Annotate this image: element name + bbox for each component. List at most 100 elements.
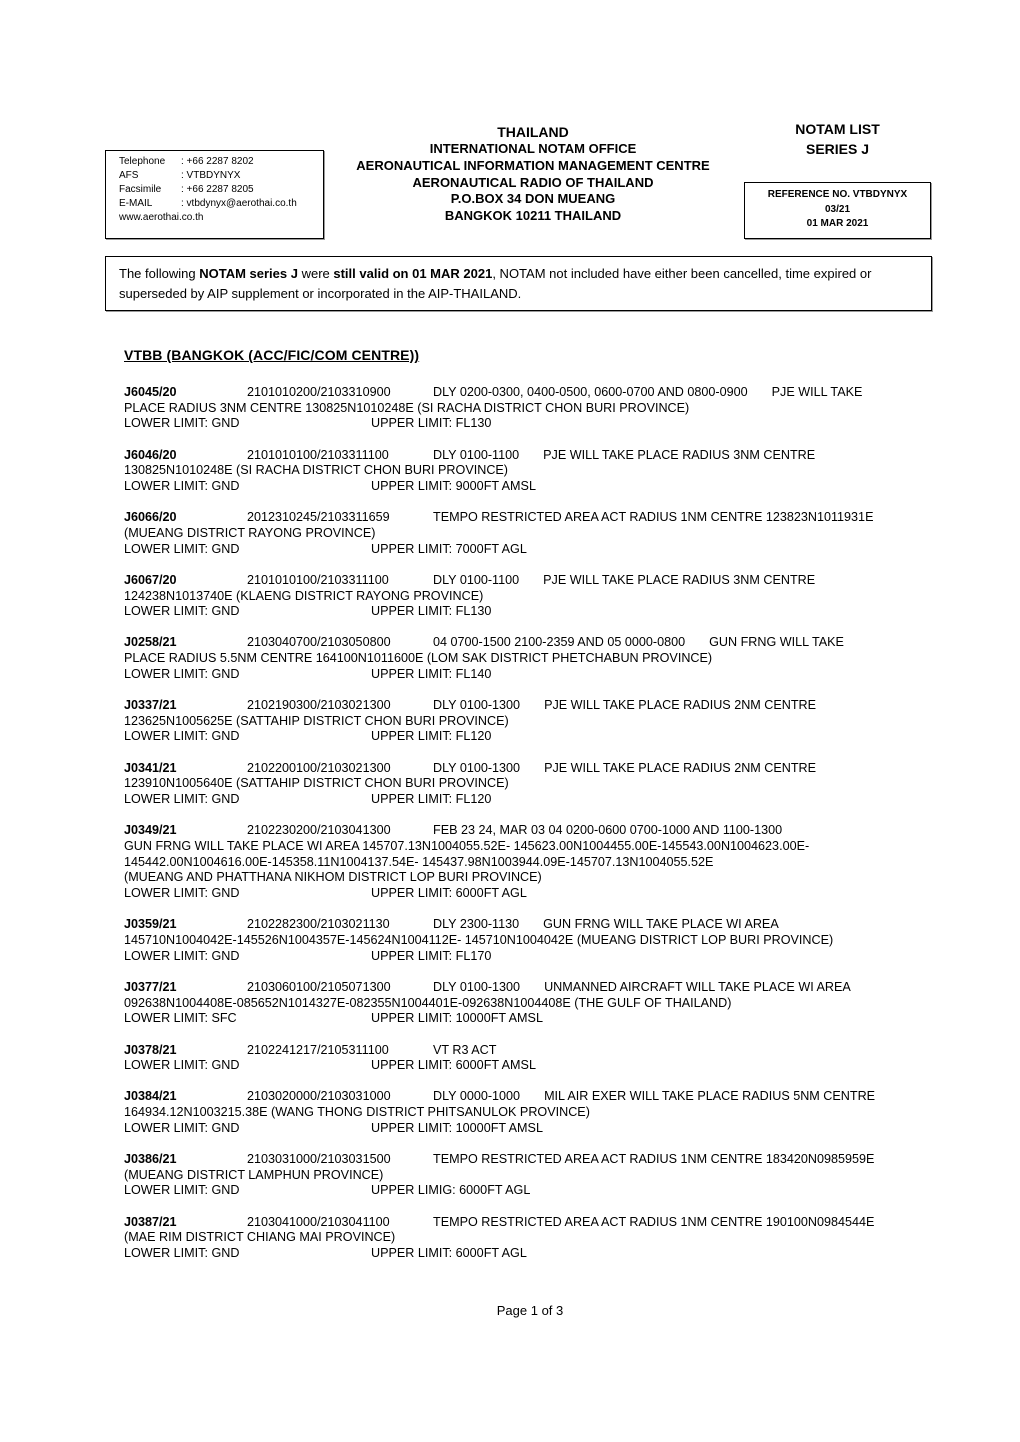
notam-schedule: TEMPO RESTRICTED AREA ACT RADIUS 1NM CEN… — [433, 510, 874, 525]
notam-id: J0387/21 — [124, 1214, 177, 1229]
notam-header-line: J0341/21 2102200100/2103021300 DLY 0100-13… — [124, 761, 924, 777]
notam-lower-limit: LOWER LIMIT: SFC — [124, 1011, 237, 1026]
org-line-aim-centre: AERONAUTICAL INFORMATION MANAGEMENT CENT… — [356, 157, 710, 173]
contact-label: Facsimile — [119, 184, 162, 195]
contact-row-afs: AFS: VTBDYNYX — [119, 169, 240, 183]
notam-lower-limit: LOWER LIMIT: GND — [124, 1183, 240, 1198]
section-heading-vtbb: VTBB (BANGKOK (ACC/FIC/COM CENTRE)) — [124, 347, 420, 363]
notam-limits: LOWER LIMIT: GND UPPER LIMIT: FL170 — [124, 949, 924, 965]
notam-validity-period: 2101010100/2103311100 — [247, 572, 389, 587]
org-line-notam-office: INTERNATIONAL NOTAM OFFICE — [429, 141, 637, 156]
notam-lower-limit: LOWER LIMIT: GND — [124, 1120, 240, 1135]
notam-header-line: J0378/21 2102241217/2105311100 VT R3 ACT — [124, 1043, 924, 1059]
notam-id: J6066/20 — [124, 510, 177, 525]
notam-lower-limit: LOWER LIMIT: GND — [124, 416, 240, 431]
notam-limits: LOWER LIMIT: SFC UPPER LIMIT: 10000FT AMS… — [124, 1011, 924, 1027]
notam-text-line: PLACE RADIUS 5.5NM CENTRE 164100N1011600… — [124, 651, 713, 666]
notam-upper-limit: UPPER LIMIT: FL120 — [371, 729, 492, 744]
notam-limits: LOWER LIMIT: GND UPPER LIMIT: 6000FT AGL — [124, 886, 924, 902]
notam-entry: J0387/21 2103041000/2103041100 TEMPO RESTR… — [124, 1215, 924, 1262]
notam-validity-period: 2102200100/2103021300 — [247, 760, 391, 775]
notam-text-line: (MUEANG AND PHATTHANA NIKHOM DISTRICT LO… — [124, 870, 542, 885]
notam-entry: J0337/21 2102190300/2103021300 DLY 0100-13… — [124, 698, 924, 745]
contact-row-facsimile: Facsimile : +66 2287 8205 — [119, 183, 254, 197]
notice-text-part: The following — [119, 266, 200, 281]
notam-schedule: VT R3 ACT — [433, 1042, 497, 1057]
validity-notice-box: The following NOTAM series J were still … — [105, 256, 932, 311]
notam-list: J6045/20 2101010200/2103310900 DLY 0200-03… — [124, 385, 924, 1277]
notam-text-start: GUN FRNG WILL TAKE PLACE WI AREA — [543, 917, 779, 932]
notam-validity-period: 2102282300/2103021130 — [247, 917, 390, 932]
notam-header-line: J0387/21 2103041000/2103041100 TEMPO RESTR… — [124, 1215, 924, 1231]
notam-text-line: 145710N1004042E-145526N1004357E-145624N1… — [124, 932, 834, 947]
notam-limits: LOWER LIMIT: GND UPPER LIMIT: FL140 — [124, 667, 924, 683]
notam-validity-period: 2101010200/2103310900 — [247, 385, 391, 399]
notam-id: J0359/21 — [124, 917, 177, 932]
notam-limits: LOWER LIMIT: GND UPPER LIMIT: FL130 — [124, 416, 924, 432]
notam-limits: LOWER LIMIT: GND UPPER LIMIT: FL120 — [124, 792, 924, 808]
notam-schedule: 04 0700-1500 2100-2359 AND 05 0000-0800 — [433, 635, 686, 650]
notam-id: J0258/21 — [124, 635, 177, 650]
notice-text-part: were — [297, 266, 334, 281]
notam-upper-limit: UPPER LIMIT: 10000FT AMSL — [371, 1011, 543, 1026]
notam-text-start: GUN FRNG WILL TAKE — [709, 635, 844, 650]
notam-upper-limit: UPPER LIMIT: FL130 — [371, 416, 492, 431]
validity-notice-text: The following NOTAM series J were still … — [119, 264, 921, 303]
notam-header-line: J0349/21 2102230200/2103041300 FEB 23 24, … — [124, 823, 924, 839]
notam-limits: LOWER LIMIT: GND UPPER LIMIT: 6000FT AMSL — [124, 1058, 924, 1074]
notam-validity-period: 2102241217/2105311100 — [247, 1042, 389, 1057]
notam-id: J6067/20 — [124, 572, 177, 587]
reference-box: REFERENCE NO. VTBDYNYX 03/21 01 MAR 2021 — [744, 182, 931, 239]
notam-header-line: J0359/21 2102282300/2103021130 DLY 2300-11… — [124, 917, 924, 933]
notam-lower-limit: LOWER LIMIT: GND — [124, 729, 240, 744]
notam-header-line: J6066/20 2012310245/2103311659 TEMPO RESTR… — [124, 510, 924, 526]
notam-text-line: (MUEANG DISTRICT LAMPHUN PROVINCE) — [124, 1167, 384, 1182]
list-title-line: NOTAM LIST — [795, 121, 880, 137]
notam-schedule: DLY 0000-1000 — [433, 1089, 521, 1104]
notam-text-line: 130825N1010248E (SI RACHA DISTRICT CHON … — [124, 463, 509, 478]
notam-validity-period: 2101010100/2103311100 — [247, 447, 389, 462]
notam-header-line: J6046/20 2101010100/2103311100 DLY 0100-11… — [124, 448, 924, 464]
notam-header-line: J6067/20 2101010100/2103311100 DLY 0100-11… — [124, 573, 924, 589]
notam-lower-limit: LOWER LIMIT: GND — [124, 886, 240, 901]
notam-text-start: PJE WILL TAKE PLACE RADIUS 2NM CENTRE — [544, 760, 817, 775]
notam-validity-period: 2103041000/2103041100 — [247, 1214, 390, 1229]
notam-schedule: DLY 0100-1100 — [433, 447, 520, 462]
notam-schedule: FEB 23 24, MAR 03 04 0200-0600 0700-1000… — [433, 823, 783, 838]
notam-limits: LOWER LIMIT: GND UPPER LIMIT: 10000FT AMS… — [124, 1121, 924, 1137]
notam-entry: J6066/20 2012310245/2103311659 TEMPO RESTR… — [124, 510, 924, 557]
notam-limits: LOWER LIMIT: GND UPPER LIMIT: FL130 — [124, 604, 924, 620]
notam-limits: LOWER LIMIT: GND UPPER LIMIT: 7000FT AGL — [124, 542, 924, 558]
notam-validity-period: 2102230200/2103041300 — [247, 823, 391, 838]
notam-validity-period: 2103040700/2103050800 — [247, 635, 391, 650]
notam-limits: LOWER LIMIT: GND UPPER LIMIT: FL120 — [124, 729, 924, 745]
contact-email-link[interactable]: : vtbdynyx@aerothai.co.th — [181, 198, 297, 209]
notam-entry: J0359/21 2102282300/2103021130 DLY 2300-11… — [124, 917, 924, 964]
notam-text-line: 145442.00N1004616.00E-145358.11N1004137.… — [124, 854, 714, 869]
notam-entry: J0377/21 2103060100/2105071300 DLY 0100-13… — [124, 980, 924, 1027]
notam-validity-period: 2012310245/2103311659 — [247, 510, 390, 525]
country-title: THAILAND — [497, 124, 569, 140]
notam-text-line: 123625N1005625E (SATTAHIP DISTRICT CHON … — [124, 713, 509, 728]
organization-header: THAILAND INTERNATIONAL NOTAM OFFICE AERO… — [322, 124, 744, 225]
contact-website-link[interactable]: www.aerothai.co.th — [119, 211, 204, 225]
notam-id: J6046/20 — [124, 447, 177, 462]
notam-entry: J0378/21 2102241217/2105311100 VT R3 ACT LO… — [124, 1043, 924, 1074]
notam-upper-limit: UPPER LIMIT: 10000FT AMSL — [371, 1120, 543, 1135]
notam-id: J0384/21 — [124, 1089, 177, 1104]
notam-header-line: J6045/20 2101010200/2103310900 DLY 0200-03… — [124, 385, 924, 401]
notam-entry: J0384/21 2103020000/2103031000 DLY 0000-10… — [124, 1089, 924, 1136]
notam-entry: J6067/20 2101010100/2103311100 DLY 0100-11… — [124, 573, 924, 620]
notam-id: J6045/20 — [124, 385, 177, 399]
notam-entry: J0386/21 2103031000/2103031500 TEMPO RESTR… — [124, 1152, 924, 1199]
notam-upper-limit: UPPER LIMIT: 9000FT AMSL — [371, 479, 536, 494]
org-line-pobox: P.O.BOX 34 DON MUEANG — [450, 191, 616, 207]
notam-list-title: NOTAM LIST SERIES J — [744, 119, 931, 159]
notam-entry: J0341/21 2102200100/2103021300 DLY 0100-13… — [124, 761, 924, 808]
notam-id: J0341/21 — [124, 760, 177, 775]
notam-header-line: J0377/21 2103060100/2105071300 DLY 0100-13… — [124, 980, 924, 996]
notam-schedule: TEMPO RESTRICTED AREA ACT RADIUS 1NM CEN… — [433, 1214, 875, 1229]
notam-schedule: DLY 0100-1300 — [433, 979, 521, 994]
contact-value: : +66 2287 8205 — [181, 184, 254, 195]
notam-text-line: 123910N1005640E (SATTAHIP DISTRICT CHON … — [124, 776, 509, 791]
